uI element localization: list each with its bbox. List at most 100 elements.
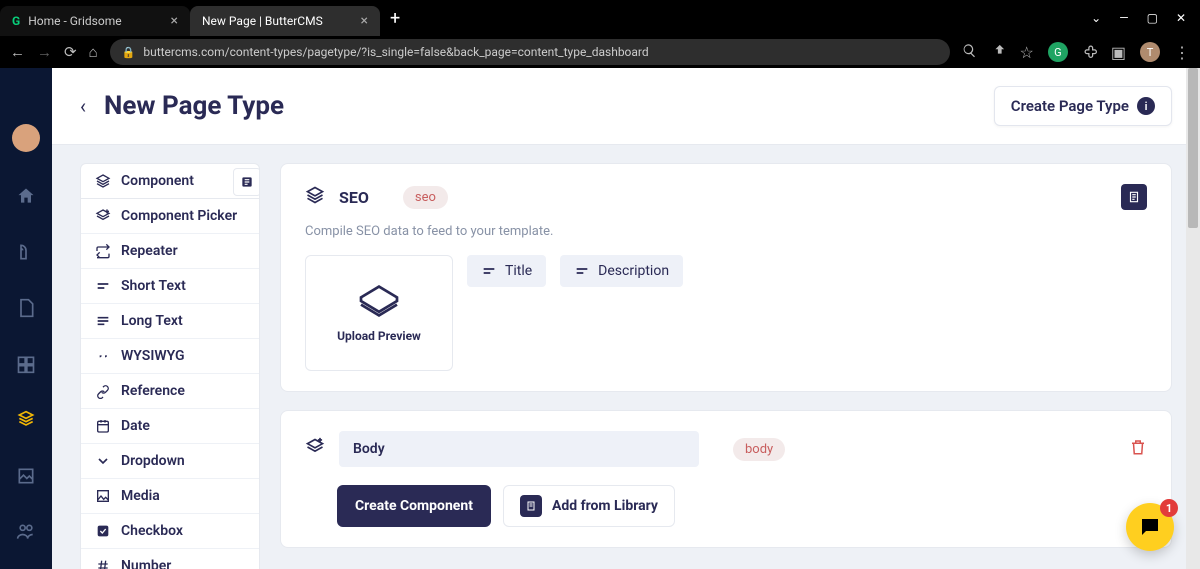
trash-icon[interactable] [1129,438,1147,460]
url-text: buttercms.com/content-types/pagetype/?is… [143,45,648,59]
palette-reference[interactable]: Reference [81,374,259,409]
long-text-icon [95,313,111,329]
library-icon[interactable] [1121,184,1147,210]
app-root: ‹ New Page Type Create Page Type i Compo… [0,68,1200,569]
browser-titlebar: G Home - Gridsome × New Page | ButterCMS… [0,0,1200,36]
palette-repeater[interactable]: Repeater [81,234,259,269]
palette-component-picker[interactable]: Component Picker [81,199,259,234]
menu-icon[interactable]: ⋮ [1174,43,1190,62]
address-bar[interactable]: 🔒 buttercms.com/content-types/pagetype/?… [110,39,950,65]
bookmark-icon[interactable]: ☆ [1020,43,1034,62]
palette-label: Reference [121,383,185,399]
palette-long-text[interactable]: Long Text [81,304,259,339]
browser-urlbar: ← → ⟳ ⌂ 🔒 buttercms.com/content-types/pa… [0,36,1200,68]
create-component-button[interactable]: Create Component [337,485,491,527]
maximize-icon[interactable]: ▢ [1147,11,1158,25]
field-palette: Component Component Picker Repeater Shor… [80,163,260,569]
home-icon[interactable] [14,184,38,208]
palette-label: Checkbox [121,523,183,539]
library-icon [520,495,542,517]
content-types-icon[interactable] [14,408,38,432]
seo-component-card: SEO seo Compile SEO data to feed to your… [280,163,1172,392]
repeat-icon [95,243,111,259]
palette-dropdown[interactable]: Dropdown [81,444,259,479]
palette-label: Date [121,418,150,434]
tab-title: New Page | ButterCMS [202,14,323,28]
palette-checkbox[interactable]: Checkbox [81,514,259,549]
create-button-label: Create Page Type [1011,97,1129,115]
palette-label: Long Text [121,313,183,329]
lock-icon: 🔒 [122,46,136,59]
user-avatar[interactable] [12,124,40,152]
layers-plus-icon [95,208,111,224]
media-icon[interactable] [14,464,38,488]
quote-icon [95,348,111,364]
window-controls: ⌄ — ▢ ✕ [1091,11,1200,25]
scrollbar[interactable] [1186,68,1200,569]
browser-tab-buttercms[interactable]: New Page | ButterCMS × [190,6,380,36]
blog-icon[interactable] [14,240,38,264]
info-icon: i [1137,97,1155,115]
seo-card-title: SEO [339,188,369,207]
minimize-icon[interactable]: — [1119,11,1128,25]
layers-plus-icon [305,437,325,461]
forward-icon[interactable]: → [37,43,52,61]
main-content: ‹ New Page Type Create Page Type i Compo… [52,68,1200,569]
browser-tab-gridsome[interactable]: G Home - Gridsome × [0,6,190,36]
seo-slug-chip: seo [403,186,448,209]
upload-label: Upload Preview [337,329,421,343]
chat-unread-badge: 1 [1160,499,1178,517]
palette-media[interactable]: Media [81,479,259,514]
palette-label: Media [121,488,160,504]
library-icon[interactable] [233,168,260,196]
profile-avatar[interactable]: T [1140,42,1160,62]
back-icon[interactable]: ← [10,43,25,61]
page-title: New Page Type [104,91,284,121]
palette-label: WYSIWYG [121,348,185,364]
palette-label: Repeater [121,243,178,259]
hash-icon [95,558,111,569]
new-tab-button[interactable]: + [380,8,410,29]
palette-number[interactable]: Number [81,549,259,569]
upload-box-icon [357,283,401,319]
palette-component[interactable]: Component [81,164,259,199]
close-icon[interactable]: × [361,13,368,29]
calendar-icon [95,418,111,434]
share-icon[interactable] [991,43,1006,62]
panel-icon[interactable]: ▣ [1111,43,1126,62]
add-from-library-button[interactable]: Add from Library [503,485,675,527]
canvas: SEO seo Compile SEO data to feed to your… [280,163,1172,569]
chevron-down-icon [95,453,111,469]
back-chevron-icon[interactable]: ‹ [80,94,86,118]
collections-icon[interactable] [14,352,38,376]
seo-field-title[interactable]: Title [467,255,546,287]
close-window-icon[interactable]: ✕ [1176,11,1186,25]
library-button-label: Add from Library [552,498,658,514]
chevron-down-icon[interactable]: ⌄ [1091,11,1101,25]
short-text-icon [481,263,497,279]
page-header: ‹ New Page Type Create Page Type i [52,68,1200,145]
component-name-input[interactable] [339,431,699,467]
image-icon [95,488,111,504]
home-icon[interactable]: ⌂ [89,43,98,61]
grammarly-extension-icon[interactable]: G [1048,42,1068,62]
extensions-icon[interactable] [1082,43,1097,62]
palette-label: Short Text [121,278,186,294]
pages-icon[interactable] [14,296,38,320]
link-icon [95,383,111,399]
check-icon [95,523,111,539]
users-icon[interactable] [14,520,38,544]
palette-date[interactable]: Date [81,409,259,444]
palette-wysiwyg[interactable]: WYSIWYG [81,339,259,374]
search-icon[interactable] [962,43,977,62]
body-slug-chip: body [733,438,785,461]
intercom-chat-button[interactable]: 1 [1126,503,1174,551]
short-text-icon [574,263,590,279]
seo-field-description[interactable]: Description [560,255,683,287]
reload-icon[interactable]: ⟳ [64,43,77,61]
upload-preview-box[interactable]: Upload Preview [305,255,453,371]
palette-short-text[interactable]: Short Text [81,269,259,304]
create-page-type-button[interactable]: Create Page Type i [994,86,1172,126]
close-icon[interactable]: × [171,13,178,29]
seo-description: Compile SEO data to feed to your templat… [305,224,1147,239]
